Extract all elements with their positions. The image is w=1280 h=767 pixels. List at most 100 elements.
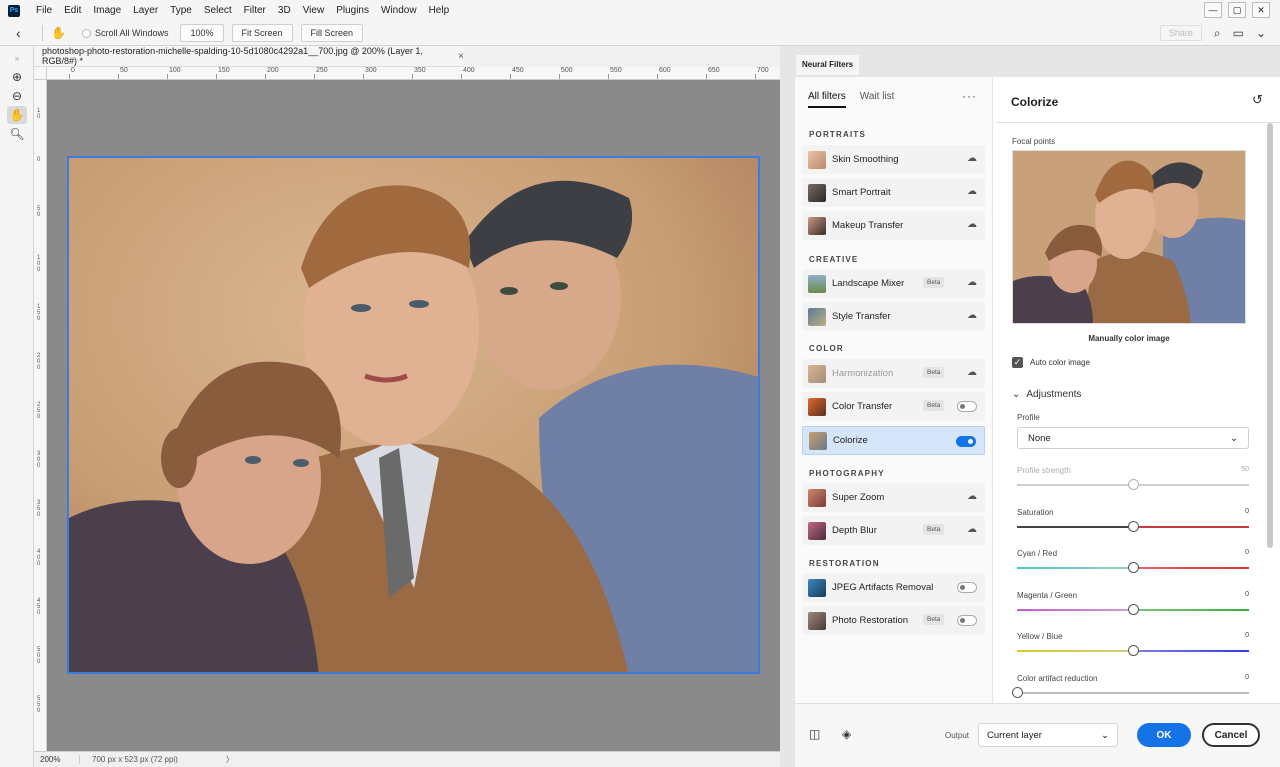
workspace-icon[interactable]: ▭ — [1233, 26, 1244, 40]
slider-value: 50 — [1241, 466, 1249, 473]
zoom-100-button[interactable]: 100% — [180, 24, 224, 42]
share-button[interactable]: Share — [1159, 25, 1202, 41]
menu-filter[interactable]: Filter — [238, 0, 272, 21]
cloud-download-icon[interactable]: ☁ — [967, 491, 977, 502]
filter-harmonization[interactable]: Harmonization Beta ☁ — [802, 359, 985, 388]
menu-view[interactable]: View — [297, 0, 331, 21]
status-menu-icon[interactable]: 〉 — [226, 754, 234, 765]
cloud-download-icon[interactable]: ☁ — [967, 186, 977, 197]
slider-track[interactable] — [1017, 521, 1249, 532]
style-transfer-thumbnail — [808, 307, 826, 326]
zoom-in-icon[interactable]: ⊕ — [7, 68, 27, 86]
slider-track[interactable] — [1017, 604, 1249, 615]
cloud-download-icon[interactable]: ☁ — [967, 367, 977, 378]
color-transfer-toggle[interactable] — [957, 401, 977, 412]
menu-file[interactable]: File — [30, 0, 58, 21]
cloud-download-icon[interactable]: ☁ — [967, 310, 977, 321]
tab-wait-list[interactable]: Wait list — [860, 91, 895, 108]
jpeg-artifacts-toggle[interactable] — [957, 582, 977, 593]
slider-handle[interactable] — [1128, 521, 1139, 532]
preview-toggle-icon[interactable]: ◫ — [809, 727, 820, 741]
close-tab-icon[interactable]: × — [458, 51, 464, 62]
menu-3d[interactable]: 3D — [272, 0, 297, 21]
slider-handle[interactable] — [1128, 479, 1139, 490]
zoom-out-icon[interactable]: ⊖ — [7, 87, 27, 105]
filter-colorize[interactable]: Colorize — [802, 426, 985, 455]
fill-screen-button[interactable]: Fill Screen — [300, 24, 364, 42]
slider-handle[interactable] — [1128, 562, 1139, 573]
menu-layer[interactable]: Layer — [127, 0, 164, 21]
tab-all-filters[interactable]: All filters — [808, 91, 846, 108]
document-photo[interactable] — [67, 156, 760, 674]
ruler-tick — [510, 74, 511, 79]
search-icon[interactable]: ⌕ — [1214, 26, 1221, 41]
settings-scrollbar[interactable] — [1267, 123, 1273, 548]
cloud-download-icon[interactable]: ☁ — [967, 277, 977, 288]
output-dropdown[interactable]: Current layer ⌄ — [978, 723, 1118, 747]
tools-panel: » ⊕ ⊖ ✋ 🔍︎ — [0, 46, 34, 767]
colorize-toggle[interactable] — [956, 436, 976, 447]
filter-depth-blur[interactable]: Depth Blur Beta ☁ — [802, 516, 985, 545]
cancel-button[interactable]: Cancel — [1202, 723, 1260, 747]
slider-track[interactable] — [1012, 687, 1249, 698]
chevron-down-icon[interactable]: ⌄ — [1256, 26, 1266, 40]
window-controls: — ▢ ✕ — [1204, 2, 1270, 18]
menu-window[interactable]: Window — [375, 0, 423, 21]
ruler-label: 1 0 0 — [37, 255, 41, 273]
filter-super-zoom[interactable]: Super Zoom ☁ — [802, 483, 985, 512]
slider-label: Color artifact reduction — [1017, 674, 1098, 683]
filter-makeup-transfer[interactable]: Makeup Transfer ☁ — [802, 211, 985, 240]
menu-plugins[interactable]: Plugins — [330, 0, 375, 21]
auto-color-checkbox[interactable]: ✓ Auto color image — [1012, 357, 1090, 368]
hand-tool-icon[interactable]: ✋ — [7, 106, 27, 124]
adjustments-header[interactable]: ⌄ Adjustments — [1012, 389, 1081, 400]
category-portraits: PORTRAITS — [809, 130, 867, 139]
slider-track[interactable] — [1017, 479, 1249, 490]
zoom-tool-icon[interactable]: 🔍︎ — [7, 125, 27, 143]
layers-preview-icon[interactable]: ◈ — [842, 727, 851, 741]
canvas-area[interactable] — [47, 80, 780, 751]
zoom-level[interactable]: 200% — [34, 755, 80, 764]
menu-edit[interactable]: Edit — [58, 0, 87, 21]
slider-handle[interactable] — [1128, 604, 1139, 615]
more-options-icon[interactable]: ··· — [962, 89, 977, 103]
fit-screen-button[interactable]: Fit Screen — [231, 24, 293, 42]
slider-handle[interactable] — [1012, 687, 1023, 698]
cloud-download-icon[interactable]: ☁ — [967, 524, 977, 535]
filter-skin-smoothing[interactable]: Skin Smoothing ☁ — [802, 145, 985, 174]
menu-select[interactable]: Select — [198, 0, 238, 21]
focal-points-preview[interactable] — [1012, 150, 1246, 324]
slider-track[interactable] — [1017, 645, 1249, 656]
slider-handle[interactable] — [1128, 645, 1139, 656]
panel-collapse-icon[interactable]: » — [7, 49, 27, 67]
filter-landscape-mixer[interactable]: Landscape Mixer Beta ☁ — [802, 269, 985, 298]
slider-track[interactable] — [1017, 562, 1249, 573]
jpeg-artifacts-thumbnail — [808, 578, 826, 597]
hand-tool-icon[interactable]: ✋ — [51, 26, 66, 40]
ok-button[interactable]: OK — [1137, 723, 1191, 747]
close-icon[interactable]: ✕ — [1252, 2, 1270, 18]
cloud-download-icon[interactable]: ☁ — [967, 219, 977, 230]
back-arrow-icon[interactable]: ‹ — [16, 25, 34, 41]
scroll-all-windows-checkbox[interactable]: Scroll All Windows — [81, 28, 168, 38]
neural-filters-tab[interactable]: Neural Filters — [796, 55, 860, 75]
filter-style-transfer[interactable]: Style Transfer ☁ — [802, 302, 985, 331]
menu-help[interactable]: Help — [423, 0, 456, 21]
restore-icon[interactable]: ▢ — [1228, 2, 1246, 18]
menu-type[interactable]: Type — [164, 0, 198, 21]
filter-photo-restoration[interactable]: Photo Restoration Beta — [802, 606, 985, 635]
photo-restoration-thumbnail — [808, 611, 826, 630]
filter-smart-portrait[interactable]: Smart Portrait ☁ — [802, 178, 985, 207]
filter-jpeg-artifacts-removal[interactable]: JPEG Artifacts Removal — [802, 573, 985, 602]
ruler-label: 3 5 0 — [37, 500, 41, 518]
menu-image[interactable]: Image — [87, 0, 127, 21]
filter-label: Makeup Transfer — [832, 220, 904, 231]
ruler-label: 700 — [757, 67, 769, 74]
cloud-download-icon[interactable]: ☁ — [967, 153, 977, 164]
document-tab[interactable]: photoshop-photo-restoration-michelle-spa… — [34, 46, 464, 67]
photo-restoration-toggle[interactable] — [957, 615, 977, 626]
minimize-icon[interactable]: — — [1204, 2, 1222, 18]
profile-dropdown[interactable]: None ⌄ — [1017, 427, 1249, 449]
filter-color-transfer[interactable]: Color Transfer Beta — [802, 392, 985, 421]
reset-icon[interactable]: ↺ — [1252, 92, 1263, 108]
